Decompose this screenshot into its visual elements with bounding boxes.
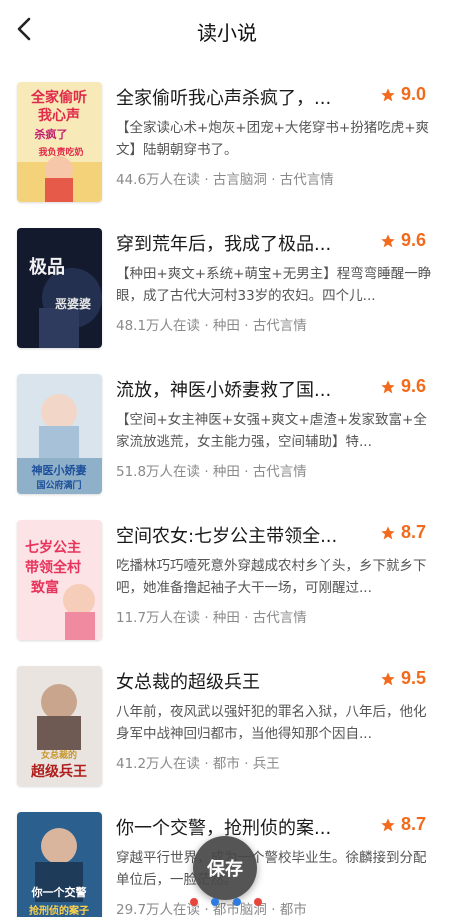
rating-value: 8.7 [401,522,427,542]
pager-dot [232,898,241,906]
svg-text:我心声: 我心声 [38,107,80,124]
svg-text:致富: 致富 [31,579,59,596]
pager-dots [190,896,262,908]
svg-text:七岁公主: 七岁公主 [25,539,81,556]
rating: 9.0 [380,84,426,105]
book-cover: 全家偷听 我心声 杀疯了 我负责吃奶 [17,82,102,202]
book-item[interactable]: 女总裁的 超级兵王 女总裁的超级兵王 9.5 八年前，夜风武以强奸犯的罪名入狱，… [0,666,454,812]
pager-dot [211,898,220,906]
book-title: 全家偷听我心声杀疯了，... [116,88,332,109]
pager-dot [190,898,198,906]
book-cover: 女总裁的 超级兵王 [17,666,102,786]
star-icon [381,525,395,539]
svg-text:女总裁的: 女总裁的 [41,749,77,761]
book-title: 空间农女:七岁公主带领全... [116,526,338,547]
book-description: 【种田+爽文+系统+萌宝+无男主】程弯弯睡醒一睁眼，成了古代大河村33岁的农妇。… [116,266,432,304]
svg-text:你一个交警: 你一个交警 [31,885,87,899]
rating: 9.5 [380,668,426,689]
rating-value: 9.0 [401,84,427,104]
book-meta: 51.8万人在读 · 种田 · 古代言情 [116,464,307,480]
svg-text:极品: 极品 [29,257,65,278]
rating-value: 9.6 [401,376,427,396]
book-title: 女总裁的超级兵王 [116,672,260,693]
book-cover: 七岁公主 带领全村 致富 [17,520,102,640]
rating-value: 9.5 [401,668,427,688]
svg-text:超级兵王: 超级兵王 [30,763,87,780]
book-description: 【空间+女主神医+女强+爽文+虐渣+发家致富+全家流放逃荒，女主能力强，空间辅助… [116,412,427,450]
book-description: 【全家读心术+炮灰+团宠+大佬穿书+扮猪吃虎+爽文】陆朝朝穿书了。 [116,120,430,158]
save-label: 保存 [207,859,243,880]
book-meta: 11.7万人在读 · 种田 · 古代言情 [116,610,307,626]
book-meta: 44.6万人在读 · 古言脑洞 · 古代言情 [116,172,334,188]
rating: 9.6 [380,376,426,397]
book-cover: 神医小娇妻 国公府满门 [17,374,102,494]
star-icon [381,87,395,101]
rating-value: 9.6 [401,230,427,250]
book-description: 八年前，夜风武以强奸犯的罪名入狱，八年后，他化身军中战神回归都市，当他得知那个因… [116,704,427,742]
book-title: 你一个交警，抢刑侦的案... [116,818,332,839]
svg-text:国公府满门: 国公府满门 [36,479,81,491]
book-cover: 极品 恶婆婆 [17,228,102,348]
svg-text:带领全村: 带领全村 [25,559,81,576]
book-item[interactable]: 极品 恶婆婆 穿到荒年后，我成了极品... 9.6 【种田+爽文+系统+萌宝+无… [0,228,454,374]
svg-text:我负责吃奶: 我负责吃奶 [38,146,83,158]
svg-text:恶婆婆: 恶婆婆 [55,296,91,311]
rating: 8.7 [380,522,426,543]
rating: 8.7 [380,814,426,835]
book-item[interactable]: 七岁公主 带领全村 致富 空间农女:七岁公主带领全... 8.7 吃播林巧巧噎死… [0,520,454,666]
star-icon [381,817,395,831]
save-floating-button[interactable]: 保存 [193,836,257,900]
star-icon [381,379,395,393]
pager-dot [253,898,262,906]
svg-text:抢刑侦的案子: 抢刑侦的案子 [29,904,89,917]
star-icon [381,233,395,247]
book-meta: 48.1万人在读 · 种田 · 古代言情 [116,318,307,334]
rating-value: 8.7 [401,814,427,834]
rating: 9.6 [380,230,426,251]
page-title: 读小说 [197,21,257,45]
svg-text:全家偷听: 全家偷听 [30,89,87,106]
book-description: 穿越平行世界，成为一个警校毕业生。徐麟接到分配单位后，一脸茫然。 [116,850,427,888]
book-description: 吃播林巧巧噎死意外穿越成农村乡丫头，乡下就乡下吧，她准备撸起袖子大干一场，可刚醒… [116,558,427,596]
book-meta: 41.2万人在读 · 都市 · 兵王 [116,756,280,772]
star-icon [381,671,395,685]
book-item[interactable]: 神医小娇妻 国公府满门 流放，神医小娇妻救了国... 9.6 【空间+女主神医+… [0,374,454,520]
svg-text:杀疯了: 杀疯了 [35,127,68,141]
book-item[interactable]: 全家偷听 我心声 杀疯了 我负责吃奶 全家偷听我心声杀疯了，... 9.0 【全… [0,82,454,228]
book-title: 流放，神医小娇妻救了国... [116,380,332,401]
top-bar: 读小说 [0,0,454,60]
svg-text:神医小娇妻: 神医小娇妻 [32,463,87,477]
book-title: 穿到荒年后，我成了极品... [116,234,332,255]
book-cover: 你一个交警 抢刑侦的案子 [17,812,102,917]
